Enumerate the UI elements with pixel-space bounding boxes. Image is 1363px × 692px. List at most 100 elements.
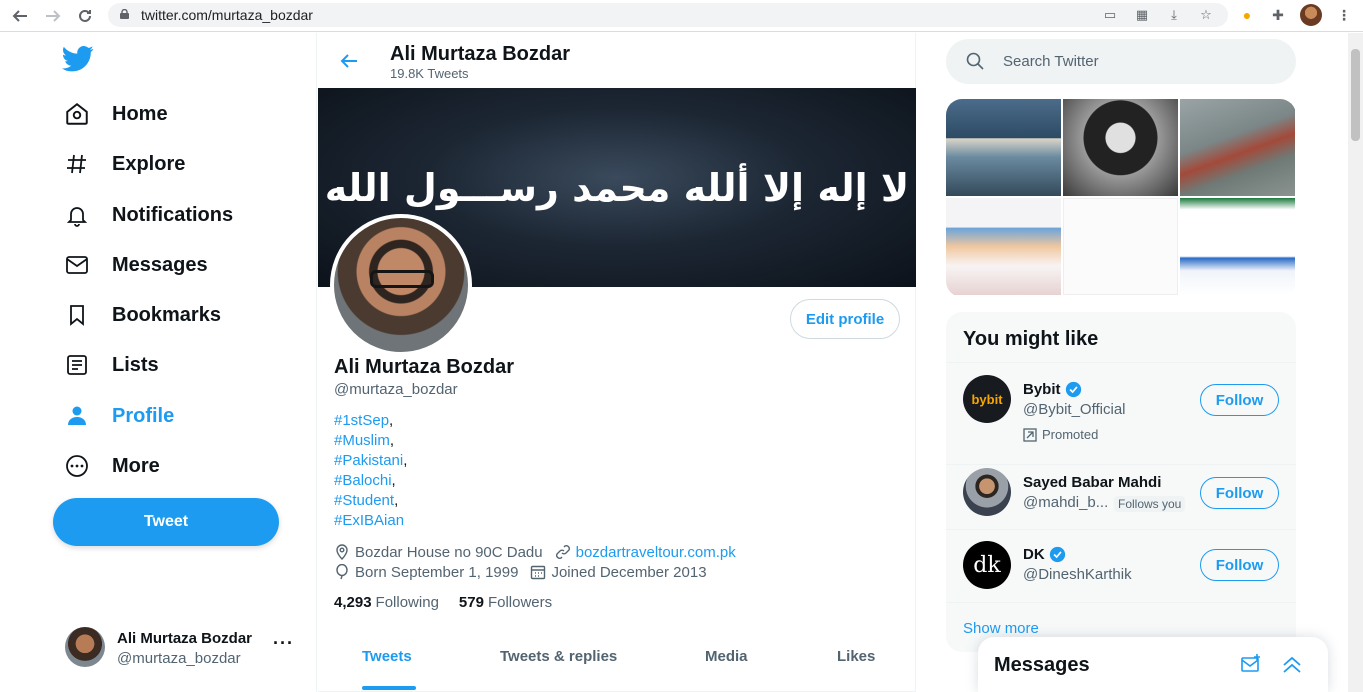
follows-you-badge: Follows you: [1114, 496, 1186, 512]
suggestion-name: Bybit: [1023, 381, 1082, 398]
drawer-title: Messages: [994, 654, 1090, 676]
search-icon: [966, 52, 984, 70]
nav-lists[interactable]: Lists: [62, 345, 159, 385]
browser-toolbar: twitter.com/murtaza_bozdar ▭ ▦ ⤓ ☆ ● ✚ ⋮: [0, 0, 1363, 32]
messages-drawer[interactable]: Messages: [978, 637, 1328, 692]
media-thumbnail[interactable]: [946, 198, 1061, 295]
left-sidebar: Home Explore Notifications Messages Book…: [0, 33, 316, 692]
reload-icon[interactable]: [74, 5, 96, 27]
nav-more[interactable]: More: [62, 446, 160, 486]
nav-explore[interactable]: Explore: [62, 144, 185, 184]
promoted-icon: [1023, 427, 1037, 442]
new-message-icon[interactable]: [1240, 653, 1262, 675]
cast-icon[interactable]: ▭: [1102, 7, 1118, 23]
puzzle-extension-icon[interactable]: ✚: [1268, 5, 1288, 25]
nav-label: Home: [112, 102, 168, 125]
nav-label: Explore: [112, 152, 186, 175]
mail-icon: [62, 250, 92, 280]
browser-menu-icon[interactable]: ⋮: [1334, 5, 1354, 25]
hashtag-link[interactable]: #Pakistani: [334, 452, 403, 469]
media-grid: [946, 99, 1296, 297]
tab-likes[interactable]: Likes: [837, 648, 875, 665]
media-thumbnail[interactable]: [946, 99, 1061, 196]
hashtag-link[interactable]: #Student: [334, 492, 394, 509]
url-text[interactable]: twitter.com/murtaza_bozdar: [141, 7, 313, 23]
bell-icon: [62, 200, 92, 230]
back-arrow-icon[interactable]: [339, 51, 359, 71]
twitter-logo-icon[interactable]: [62, 45, 94, 73]
follow-button[interactable]: Follow: [1200, 549, 1279, 581]
profile-bio: #1stSep, #Muslim, #Pakistani, #Balochi, …: [334, 412, 408, 529]
banner-text: لا إله إلا ألله محمد رســـول الله: [324, 165, 910, 210]
media-thumbnail[interactable]: [1180, 198, 1295, 295]
hashtag-link[interactable]: #Muslim: [334, 432, 390, 449]
profile-meta-row-1: Bozdar House no 90C Dadu bozdartraveltou…: [334, 542, 748, 562]
qr-code-icon[interactable]: ▦: [1134, 7, 1150, 23]
nav-messages[interactable]: Messages: [62, 245, 208, 285]
suggestion-item[interactable]: Sayed Babar Mahdi @mahdi_b... Follows yo…: [946, 464, 1296, 529]
hashtag-link[interactable]: #Balochi: [334, 472, 392, 489]
tab-tweets-replies[interactable]: Tweets & replies: [500, 648, 617, 665]
avatar: [963, 468, 1011, 516]
nav-label: More: [112, 454, 160, 477]
page-scrollbar[interactable]: [1348, 33, 1363, 692]
media-thumbnail[interactable]: [1063, 198, 1178, 295]
profile-birthday: Born September 1, 1999: [355, 563, 519, 581]
who-to-follow-panel: You might like bybit Bybit @Bybit_Offici…: [946, 312, 1296, 652]
account-handle: @murtaza_bozdar: [117, 650, 241, 667]
tweet-button[interactable]: Tweet: [53, 498, 279, 546]
media-thumbnail[interactable]: [1180, 99, 1295, 196]
suggestion-item[interactable]: dk DK @DineshKarthik Follow: [946, 529, 1296, 602]
calendar-icon: [531, 565, 546, 580]
tab-tweets[interactable]: Tweets: [362, 648, 412, 665]
lightbulb-extension-icon[interactable]: ●: [1237, 5, 1257, 25]
verified-badge-icon: [1065, 381, 1081, 398]
profile-website-link[interactable]: bozdartraveltour.com.pk: [576, 544, 736, 561]
suggestion-item[interactable]: bybit Bybit @Bybit_Official Promoted Fol…: [946, 362, 1296, 448]
nav-label: Lists: [112, 353, 159, 376]
follow-button[interactable]: Follow: [1200, 384, 1279, 416]
follow-stats: 4,293 Following 579 Followers: [334, 594, 572, 611]
link-icon: [555, 545, 570, 559]
edit-profile-button[interactable]: Edit profile: [790, 299, 900, 339]
hashtag-link[interactable]: #1stSep: [334, 412, 389, 429]
profile-handle: @murtaza_bozdar: [334, 381, 458, 398]
more-dots-icon[interactable]: ···: [273, 633, 294, 654]
nav-profile[interactable]: Profile: [62, 396, 174, 436]
media-thumbnail[interactable]: [1063, 99, 1178, 196]
profile-avatar[interactable]: [330, 214, 472, 356]
home-icon: [62, 99, 92, 129]
avatar: dk: [963, 541, 1011, 589]
chevron-up-icon[interactable]: [1281, 653, 1303, 675]
following-link[interactable]: 4,293 Following: [334, 594, 439, 611]
forward-arrow-icon[interactable]: [42, 5, 64, 27]
browser-profile-avatar[interactable]: [1300, 4, 1322, 26]
bookmark-star-icon[interactable]: ☆: [1198, 7, 1214, 23]
followers-link[interactable]: 579 Followers: [459, 594, 552, 611]
nav-bookmarks[interactable]: Bookmarks: [62, 295, 221, 335]
install-icon[interactable]: ⤓: [1166, 7, 1182, 23]
verified-badge-icon: [1049, 546, 1065, 563]
profile-column: Ali Murtaza Bozdar 19.8K Tweets لا إله إ…: [316, 33, 916, 692]
user-icon: [62, 401, 92, 431]
profile-tabs: Tweets Tweets & replies Media Likes: [318, 634, 916, 692]
address-bar[interactable]: twitter.com/murtaza_bozdar ▭ ▦ ⤓ ☆: [108, 3, 1228, 27]
hashtag-link[interactable]: #ExIBAian: [334, 512, 404, 529]
follow-button[interactable]: Follow: [1200, 477, 1279, 509]
promoted-label: Promoted: [1023, 427, 1098, 442]
nav-label: Messages: [112, 253, 208, 276]
active-tab-indicator: [362, 686, 416, 690]
nav-home[interactable]: Home: [62, 94, 168, 134]
show-more-link[interactable]: Show more: [963, 620, 1039, 637]
tab-media[interactable]: Media: [705, 648, 748, 665]
search-input[interactable]: Search Twitter: [1003, 53, 1099, 70]
avatar-glasses: [370, 270, 434, 288]
profile-name: Ali Murtaza Bozdar: [334, 356, 515, 378]
nav-notifications[interactable]: Notifications: [62, 195, 233, 235]
more-circle-icon: [62, 451, 92, 481]
avatar: bybit: [963, 375, 1011, 423]
account-switcher[interactable]: Ali Murtaza Bozdar @murtaza_bozdar ···: [65, 627, 305, 671]
back-arrow-icon[interactable]: [9, 5, 31, 27]
search-box[interactable]: Search Twitter: [946, 39, 1296, 84]
scrollbar-thumb[interactable]: [1351, 49, 1360, 141]
